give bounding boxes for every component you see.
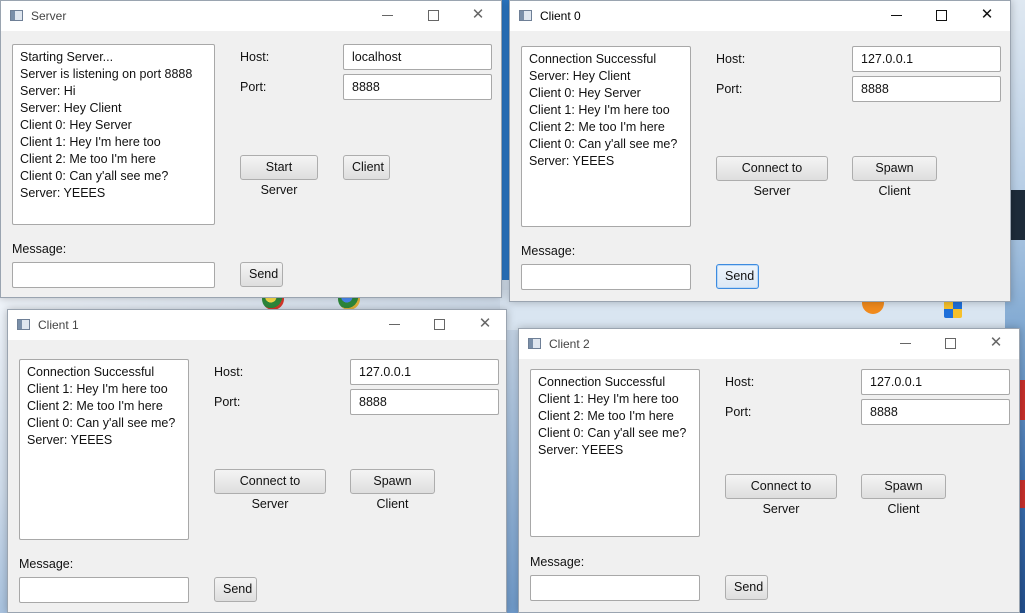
maximize-icon[interactable] — [930, 5, 952, 25]
java-window-icon — [10, 10, 23, 21]
window-title: Client 0 — [540, 9, 581, 23]
send-button[interactable]: Send — [725, 575, 768, 600]
log-line: Client 0: Hey Server — [20, 118, 132, 132]
message-log[interactable]: Starting Server... Server is listening on… — [12, 44, 215, 225]
port-label: Port: — [240, 80, 267, 94]
message-log[interactable]: Connection Successful Server: Hey Client C… — [521, 46, 691, 227]
log-line: Server: YEEES — [529, 154, 615, 168]
send-button[interactable]: Send — [240, 262, 283, 287]
port-input[interactable] — [350, 389, 499, 415]
minimize-icon[interactable] — [376, 5, 398, 25]
maximize-icon[interactable] — [428, 314, 450, 334]
log-line: Server: Hi — [20, 84, 76, 98]
connect-to-server-button[interactable]: Connect to Server — [214, 469, 326, 511]
message-input[interactable] — [19, 577, 189, 603]
log-line: Client 2: Me too I'm here — [538, 409, 674, 423]
log-line: Connection Successful — [538, 375, 666, 389]
spawn-client-button[interactable]: Spawn Client — [852, 156, 937, 198]
port-label: Port: — [214, 395, 241, 409]
host-label: Host: — [725, 375, 755, 389]
minimize-icon[interactable] — [383, 314, 405, 334]
maximize-icon[interactable] — [422, 5, 444, 25]
spawn-client-button[interactable]: Spawn Client — [350, 469, 435, 511]
log-line: Server: Hey Client — [20, 101, 122, 115]
log-line: Client 1: Hey I'm here too — [538, 392, 679, 406]
maximize-icon[interactable] — [939, 333, 961, 353]
log-line: Client 2: Me too I'm here — [27, 399, 163, 413]
message-label: Message: — [19, 557, 74, 571]
host-input[interactable] — [350, 359, 499, 385]
log-line: Client 0: Can y'all see me? — [538, 426, 687, 440]
send-button[interactable]: Send — [716, 264, 759, 289]
java-window-icon — [519, 10, 532, 21]
log-line: Client 2: Me too I'm here — [20, 152, 156, 166]
window-title: Client 2 — [549, 337, 590, 351]
java-window-icon — [17, 319, 30, 330]
minimize-icon[interactable] — [885, 5, 907, 25]
port-input[interactable] — [852, 76, 1001, 102]
log-line: Starting Server... — [20, 50, 114, 64]
title-bar[interactable]: Server ✕ — [1, 1, 501, 31]
message-input[interactable] — [521, 264, 691, 290]
log-line: Connection Successful — [27, 365, 155, 379]
log-line: Server: YEEES — [27, 433, 113, 447]
log-line: Connection Successful — [529, 52, 657, 66]
port-label: Port: — [725, 405, 752, 419]
minimize-icon[interactable] — [894, 333, 916, 353]
window-title: Client 1 — [38, 318, 79, 332]
message-input[interactable] — [12, 262, 215, 288]
message-log[interactable]: Connection Successful Client 1: Hey I'm h… — [19, 359, 189, 540]
client-1-window: Client 1 ✕ Connection Successful Client 1… — [7, 309, 507, 613]
host-label: Host: — [214, 365, 244, 379]
shield-desktop-icon[interactable] — [944, 300, 962, 318]
send-button[interactable]: Send — [214, 577, 257, 602]
log-line: Server: YEEES — [538, 443, 624, 457]
server-window: Server ✕ Starting Server... Server is lis… — [0, 0, 502, 298]
close-icon[interactable]: ✕ — [474, 314, 496, 334]
message-label: Message: — [12, 242, 67, 256]
client-0-window: Client 0 ✕ Connection Successful Server: … — [509, 0, 1011, 302]
log-line: Client 0: Can y'all see me? — [529, 137, 678, 151]
log-line: Client 0: Can y'all see me? — [20, 169, 169, 183]
port-input[interactable] — [861, 399, 1010, 425]
start-server-button[interactable]: Start Server — [240, 155, 318, 197]
log-line: Client 2: Me too I'm here — [529, 120, 665, 134]
log-line: Client 1: Hey I'm here too — [27, 382, 168, 396]
log-line: Client 0: Hey Server — [529, 86, 641, 100]
log-line: Server is listening on port 8888 — [20, 67, 193, 81]
connect-to-server-button[interactable]: Connect to Server — [716, 156, 828, 198]
log-line: Client 1: Hey I'm here too — [529, 103, 670, 117]
close-icon[interactable]: ✕ — [976, 5, 998, 25]
window-title: Server — [31, 9, 67, 23]
log-line: Server: Hey Client — [529, 69, 631, 83]
log-line: Client 1: Hey I'm here too — [20, 135, 161, 149]
client-button[interactable]: Client — [343, 155, 390, 180]
close-icon[interactable]: ✕ — [985, 333, 1007, 353]
host-input[interactable] — [343, 44, 492, 70]
message-log[interactable]: Connection Successful Client 1: Hey I'm h… — [530, 369, 700, 537]
port-input[interactable] — [343, 74, 492, 100]
java-window-icon — [528, 338, 541, 349]
log-line: Server: YEEES — [20, 186, 106, 200]
close-icon[interactable]: ✕ — [467, 5, 489, 25]
host-input[interactable] — [861, 369, 1010, 395]
message-label: Message: — [530, 555, 585, 569]
title-bar[interactable]: Client 0 ✕ — [510, 1, 1010, 31]
connect-to-server-button[interactable]: Connect to Server — [725, 474, 837, 516]
title-bar[interactable]: Client 2 ✕ — [519, 329, 1019, 359]
title-bar[interactable]: Client 1 ✕ — [8, 310, 506, 340]
message-label: Message: — [521, 244, 576, 258]
port-label: Port: — [716, 82, 743, 96]
client-2-window: Client 2 ✕ Connection Successful Client 1… — [518, 328, 1020, 613]
host-label: Host: — [716, 52, 746, 66]
spawn-client-button[interactable]: Spawn Client — [861, 474, 946, 516]
desktop-app-icon-partial[interactable] — [1010, 190, 1025, 240]
host-input[interactable] — [852, 46, 1001, 72]
message-input[interactable] — [530, 575, 700, 601]
log-line: Client 0: Can y'all see me? — [27, 416, 176, 430]
host-label: Host: — [240, 50, 270, 64]
